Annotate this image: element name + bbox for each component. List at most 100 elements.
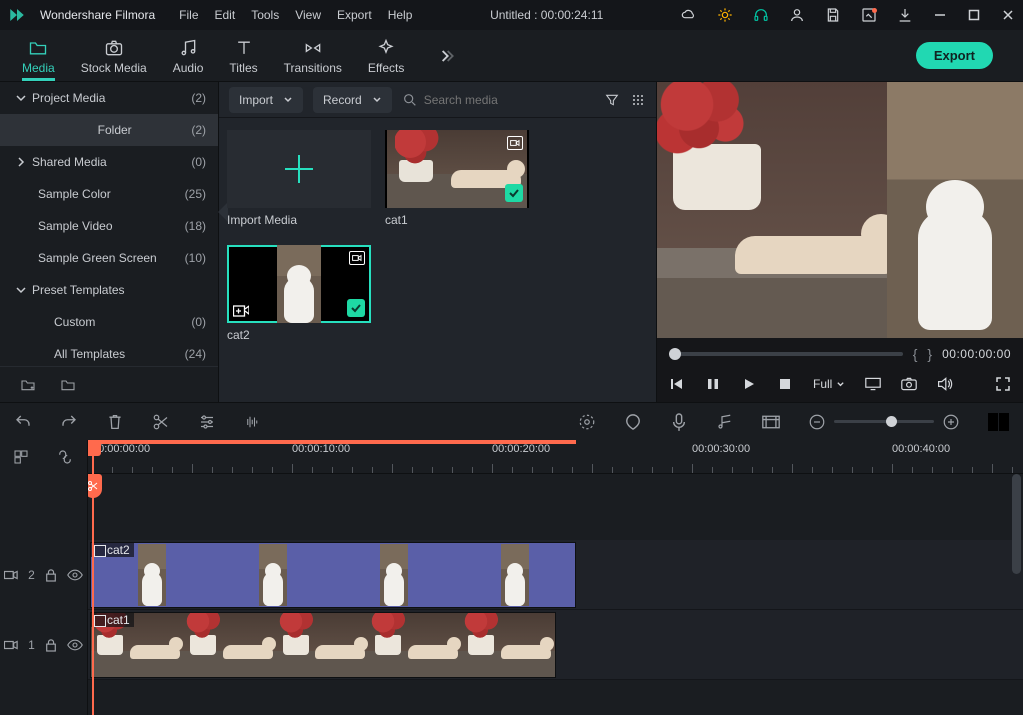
track-id: 1 bbox=[28, 638, 35, 652]
clip-cat1[interactable]: cat1 bbox=[90, 612, 556, 678]
download-icon[interactable] bbox=[897, 7, 913, 23]
delete-button[interactable] bbox=[106, 413, 124, 431]
tab-transitions[interactable]: Transitions bbox=[284, 38, 342, 81]
keyframe-icon[interactable] bbox=[762, 413, 780, 431]
sidebar-item-count: (0) bbox=[191, 315, 206, 329]
redo-button[interactable] bbox=[60, 413, 78, 431]
timeline-scrollbar[interactable] bbox=[1012, 440, 1021, 715]
voiceover-icon[interactable] bbox=[670, 413, 688, 431]
marker-icon[interactable] bbox=[624, 413, 642, 431]
preview-controls: Full bbox=[657, 370, 1023, 402]
tab-effects[interactable]: Effects bbox=[368, 38, 404, 81]
timeline-options-icon[interactable] bbox=[13, 449, 29, 465]
record-dropdown[interactable]: Record bbox=[313, 87, 392, 113]
lock-icon[interactable] bbox=[45, 568, 57, 582]
music-icon bbox=[178, 38, 198, 58]
tab-audio[interactable]: Audio bbox=[173, 38, 204, 81]
sidebar-item-sample-green-screen[interactable]: Sample Green Screen (10) bbox=[0, 242, 218, 274]
media-item-name: cat2 bbox=[227, 328, 371, 342]
sidebar-item-all-templates[interactable]: All Templates (24) bbox=[0, 338, 218, 366]
step-back-button[interactable] bbox=[669, 376, 685, 392]
track-lane-2[interactable]: cat2 bbox=[88, 540, 1023, 610]
media-item-cat2[interactable]: cat2 bbox=[227, 245, 371, 342]
sidebar-item-shared-media[interactable]: Shared Media (0) bbox=[0, 146, 218, 178]
volume-icon[interactable] bbox=[937, 376, 953, 392]
zoom-out-button[interactable] bbox=[808, 413, 826, 431]
menu-tools[interactable]: Tools bbox=[251, 8, 279, 22]
import-media-tile[interactable]: Import Media bbox=[227, 130, 371, 227]
quality-dropdown[interactable]: Full bbox=[813, 377, 845, 391]
mark-in-button[interactable]: { bbox=[913, 346, 918, 362]
sidebar-item-project-media[interactable]: Project Media (2) bbox=[0, 82, 218, 114]
settings-icon[interactable] bbox=[198, 413, 216, 431]
sidebar-item-label: Sample Color bbox=[38, 187, 185, 201]
close-button[interactable] bbox=[1001, 8, 1015, 22]
play-button[interactable] bbox=[741, 376, 757, 392]
timeline-toolbar bbox=[0, 402, 1023, 440]
menu-help[interactable]: Help bbox=[388, 8, 413, 22]
menu-view[interactable]: View bbox=[295, 8, 321, 22]
sun-icon[interactable] bbox=[717, 7, 733, 23]
timeline-ruler[interactable]: 00:00:00:00 00:00:10:00 00:00:20:00 00:0… bbox=[88, 440, 1023, 474]
tab-titles[interactable]: Titles bbox=[229, 38, 257, 81]
media-item-cat1[interactable]: cat1 bbox=[385, 130, 529, 227]
used-check-icon bbox=[347, 299, 365, 317]
mark-out-button[interactable]: } bbox=[927, 346, 932, 362]
cloud-icon[interactable] bbox=[681, 7, 697, 23]
sidebar-item-count: (24) bbox=[185, 347, 206, 361]
minimize-button[interactable] bbox=[933, 8, 947, 22]
tab-stock-media[interactable]: Stock Media bbox=[81, 38, 147, 81]
used-check-icon bbox=[505, 184, 523, 202]
link-icon[interactable] bbox=[56, 449, 74, 465]
sidebar-item-custom[interactable]: Custom (0) bbox=[0, 306, 218, 338]
stop-button[interactable] bbox=[777, 376, 793, 392]
folder-icon[interactable] bbox=[60, 377, 76, 393]
grid-view-icon[interactable] bbox=[630, 92, 646, 108]
tab-media[interactable]: Media bbox=[22, 38, 55, 81]
snapshot-icon[interactable] bbox=[901, 376, 917, 392]
edit-box-icon[interactable] bbox=[861, 7, 877, 23]
track-lane-1[interactable]: cat1 bbox=[88, 610, 1023, 680]
preview-viewport[interactable] bbox=[657, 82, 1023, 338]
export-button[interactable]: Export bbox=[916, 42, 993, 69]
user-icon[interactable] bbox=[789, 7, 805, 23]
timeline-playhead[interactable] bbox=[92, 456, 94, 715]
sidebar-item-sample-color[interactable]: Sample Color (25) bbox=[0, 178, 218, 210]
zoom-in-button[interactable] bbox=[942, 413, 960, 431]
save-icon[interactable] bbox=[825, 7, 841, 23]
new-folder-icon[interactable] bbox=[20, 377, 36, 393]
filter-icon[interactable] bbox=[604, 92, 620, 108]
menu-edit[interactable]: Edit bbox=[215, 8, 236, 22]
menu-file[interactable]: File bbox=[179, 8, 198, 22]
fullscreen-icon[interactable] bbox=[995, 376, 1011, 392]
play-pause-button[interactable] bbox=[705, 376, 721, 392]
eye-icon[interactable] bbox=[67, 639, 83, 651]
undo-button[interactable] bbox=[14, 413, 32, 431]
sidebar-item-preset-templates[interactable]: Preset Templates bbox=[0, 274, 218, 306]
sidebar-item-folder[interactable]: Folder (2) bbox=[0, 114, 218, 146]
preview-scrubber[interactable] bbox=[669, 352, 903, 356]
sidebar-item-sample-video[interactable]: Sample Video (18) bbox=[0, 210, 218, 242]
more-tabs-button[interactable] bbox=[436, 46, 456, 66]
menu-export[interactable]: Export bbox=[337, 8, 372, 22]
audio-mix-icon[interactable] bbox=[716, 413, 734, 431]
audio-wave-icon[interactable] bbox=[244, 413, 262, 431]
scissors-icon[interactable] bbox=[88, 474, 102, 498]
panel-tab-strip: Media Stock Media Audio Titles Transitio… bbox=[0, 30, 1023, 82]
transition-icon bbox=[303, 38, 323, 58]
maximize-button[interactable] bbox=[967, 8, 981, 22]
import-dropdown[interactable]: Import bbox=[229, 87, 303, 113]
render-icon[interactable] bbox=[578, 413, 596, 431]
display-icon[interactable] bbox=[865, 376, 881, 392]
search-input[interactable] bbox=[424, 93, 544, 107]
lock-icon[interactable] bbox=[45, 638, 57, 652]
zoom-fit-button[interactable] bbox=[988, 413, 1009, 431]
titlebar-actions bbox=[681, 7, 1015, 23]
clip-cat2[interactable]: cat2 bbox=[90, 542, 576, 608]
sidebar-item-count: (10) bbox=[185, 251, 206, 265]
add-to-timeline-icon[interactable] bbox=[233, 303, 249, 317]
eye-icon[interactable] bbox=[67, 569, 83, 581]
zoom-slider[interactable] bbox=[834, 420, 934, 423]
split-button[interactable] bbox=[152, 413, 170, 431]
headphones-icon[interactable] bbox=[753, 7, 769, 23]
